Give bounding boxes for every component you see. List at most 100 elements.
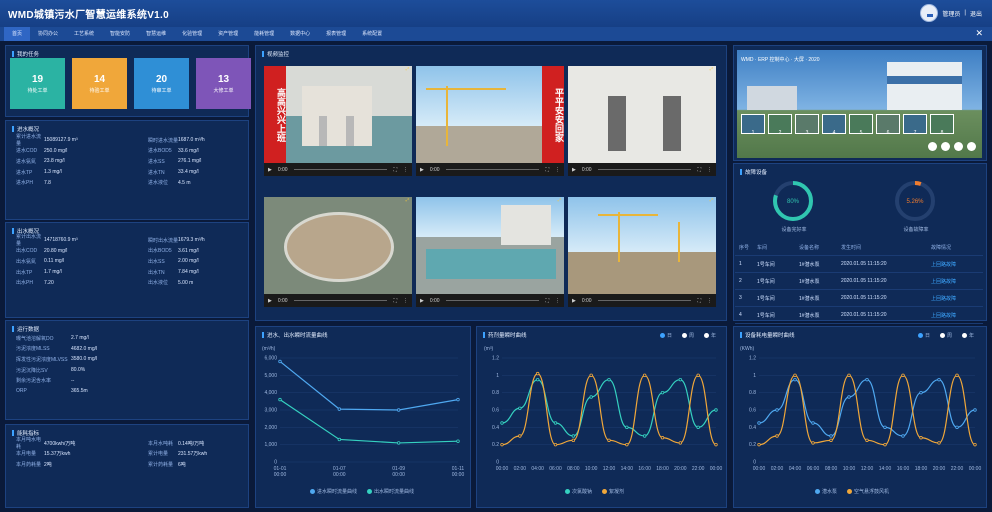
progress-bar[interactable]	[293, 300, 388, 301]
nav-office[interactable]: 协同办公	[30, 27, 66, 41]
video-feed-5[interactable]: ⤢ ▶ 0:00 ⛶ ⋮	[416, 197, 564, 307]
fullscreen-icon[interactable]: ⛶	[393, 167, 397, 173]
legend-label: 次氯酸钠	[572, 489, 593, 495]
kv-value: 33.6 mg/l	[178, 147, 199, 154]
avatar[interactable]	[920, 4, 939, 22]
cell: 2020.01.05 11:15:20	[841, 278, 887, 284]
progress-bar[interactable]	[445, 169, 540, 170]
table-row[interactable]: 1 1号车间 1#潜水泵 2020.01.05 11:15:20 上回路故障	[735, 256, 983, 273]
range-option[interactable]: 年	[962, 332, 974, 339]
progress-bar[interactable]	[597, 169, 692, 170]
table-row[interactable]: 4 1号车间 1#潜水泵 2020.01.05 11:15:20 上回路故障	[735, 307, 983, 324]
more-icon[interactable]: ⋮	[403, 167, 408, 173]
range-option[interactable]: 周	[682, 332, 694, 339]
camera-thumb[interactable]: 8	[930, 114, 954, 136]
kv-row: 污泥浓度MLSS 4682.0 mg/l	[16, 344, 121, 355]
legend-item[interactable]: 进水瞬时流量曲线	[310, 488, 357, 495]
data-point	[518, 406, 522, 410]
video-feed-4[interactable]: ⤢ ▶ 0:00 ⛶ ⋮	[264, 197, 412, 307]
view-control-icon[interactable]	[928, 142, 937, 151]
video-time: 0:00	[581, 166, 592, 173]
close-icon[interactable]: ✕	[975, 28, 983, 39]
range-option[interactable]: 日	[918, 332, 930, 339]
play-icon[interactable]: ▶	[572, 298, 576, 304]
view-control-icon[interactable]	[954, 142, 963, 151]
progress-bar[interactable]	[597, 300, 692, 301]
legend-item[interactable]: 次氯酸钠	[565, 488, 592, 495]
more-icon[interactable]: ⋮	[555, 167, 560, 173]
x-tick-part: 00:00	[392, 472, 405, 478]
nav-security[interactable]: 智能安防	[102, 27, 138, 41]
more-icon[interactable]: ⋮	[403, 298, 408, 304]
expand-icon[interactable]: ⤢	[558, 197, 561, 202]
camera-thumb[interactable]: 1	[741, 114, 765, 136]
range-option[interactable]: 日	[660, 332, 672, 339]
video-feed-3[interactable]: ⤢ ▶ 0:00 ⛶ ⋮	[568, 66, 716, 176]
nav-config[interactable]: 系统配置	[354, 27, 390, 41]
nav-lab[interactable]: 化验管理	[174, 27, 210, 41]
camera-thumb[interactable]: 4	[822, 114, 846, 136]
nav-assets[interactable]: 资产管理	[210, 27, 246, 41]
fullscreen-icon[interactable]: ⛶	[545, 167, 549, 173]
tile-review[interactable]: 20 待审工单	[134, 58, 189, 109]
fullscreen-icon[interactable]: ⛶	[697, 167, 701, 173]
nav-reports[interactable]: 报表管理	[318, 27, 354, 41]
nav-maintenance[interactable]: 智慧运维	[138, 27, 174, 41]
video-feed-2[interactable]: 平平安安回家 ▶ 0:00 ⛶ ⋮	[416, 66, 564, 176]
play-icon[interactable]: ▶	[420, 167, 424, 173]
legend-item[interactable]: 潜水泵	[815, 488, 837, 495]
donut-intact: 80%	[773, 181, 813, 221]
donut-label: 设备完好率	[781, 227, 807, 233]
expand-icon[interactable]: ⤢	[710, 66, 713, 71]
tile-verify[interactable]: 14 待验工单	[72, 58, 127, 109]
play-icon[interactable]: ▶	[420, 298, 424, 304]
camera-thumb[interactable]: 2	[768, 114, 792, 136]
play-icon[interactable]: ▶	[572, 167, 576, 173]
camera-thumb[interactable]: 5	[849, 114, 873, 136]
tile-count: 19	[31, 73, 44, 85]
kv-row: 进水COD 250.0 mg/l 进水BOD5 33.6 mg/l	[16, 146, 218, 157]
camera-thumb[interactable]: 7	[903, 114, 927, 136]
play-icon[interactable]: ▶	[268, 167, 272, 173]
play-icon[interactable]: ▶	[268, 298, 272, 304]
expand-icon[interactable]: ⤢	[710, 197, 713, 202]
more-icon[interactable]: ⋮	[707, 298, 712, 304]
video-controls: ▶ 0:00 ⛶ ⋮	[416, 294, 564, 307]
expand-icon[interactable]: ⤢	[406, 66, 409, 71]
more-icon[interactable]: ⋮	[707, 167, 712, 173]
expand-icon[interactable]: ⤢	[406, 197, 409, 202]
nav-energy[interactable]: 能耗管理	[246, 27, 282, 41]
camera-thumb[interactable]: 6	[876, 114, 900, 136]
table-row[interactable]: 3 1号车间 1#潜水泵 2020.01.05 11:15:20 上回路故障	[735, 290, 983, 307]
panel-title: 进水概况	[12, 125, 39, 133]
range-option[interactable]: 年	[704, 332, 716, 339]
progress-bar[interactable]	[445, 300, 540, 301]
turnstile	[346, 116, 354, 146]
video-feed-6[interactable]: ⤢ ▶ 0:00 ⛶ ⋮	[568, 197, 716, 307]
kv-value: 1.7 mg/l	[44, 269, 62, 276]
camera-thumb[interactable]: 3	[795, 114, 819, 136]
nav-data[interactable]: 数据中心	[282, 27, 318, 41]
user-name[interactable]: 管理员	[942, 9, 960, 18]
fullscreen-icon[interactable]: ⛶	[697, 298, 701, 304]
tile-pending[interactable]: 19 待处工单	[10, 58, 65, 109]
view-control-icon[interactable]	[941, 142, 950, 151]
video-feed-1[interactable]: 高高兴兴上班 ⤢ ▶ 0:00 ⛶ ⋮	[264, 66, 412, 176]
range-option[interactable]: 周	[940, 332, 952, 339]
fullscreen-icon[interactable]: ⛶	[545, 298, 549, 304]
legend-item[interactable]: 絮凝剂	[602, 488, 624, 495]
tile-overhaul[interactable]: 13 大修工单	[196, 58, 251, 109]
panel-title: 设备耗电量瞬时曲线	[740, 331, 795, 339]
more-icon[interactable]: ⋮	[555, 298, 560, 304]
fullscreen-icon[interactable]: ⛶	[393, 298, 397, 304]
column-header: 发生时间	[841, 244, 862, 251]
legend-item[interactable]: 空气悬浮鼓风机	[847, 488, 889, 495]
nav-process[interactable]: 工艺系统	[66, 27, 102, 41]
legend-item[interactable]: 出水瞬时流量曲线	[367, 488, 414, 495]
table-row[interactable]: 2 1号车间 1#潜水泵 2020.01.05 11:15:20 上回路故障	[735, 273, 983, 290]
factory-3d-view[interactable]: WMD · ERP 控制中心 · 大屏 · 2020 1 2 3 4 5 6 7…	[737, 50, 982, 158]
logout-link[interactable]: 退出	[970, 9, 982, 18]
view-control-icon[interactable]	[967, 142, 976, 151]
progress-bar[interactable]	[293, 169, 388, 170]
nav-home[interactable]: 首页	[4, 27, 31, 41]
